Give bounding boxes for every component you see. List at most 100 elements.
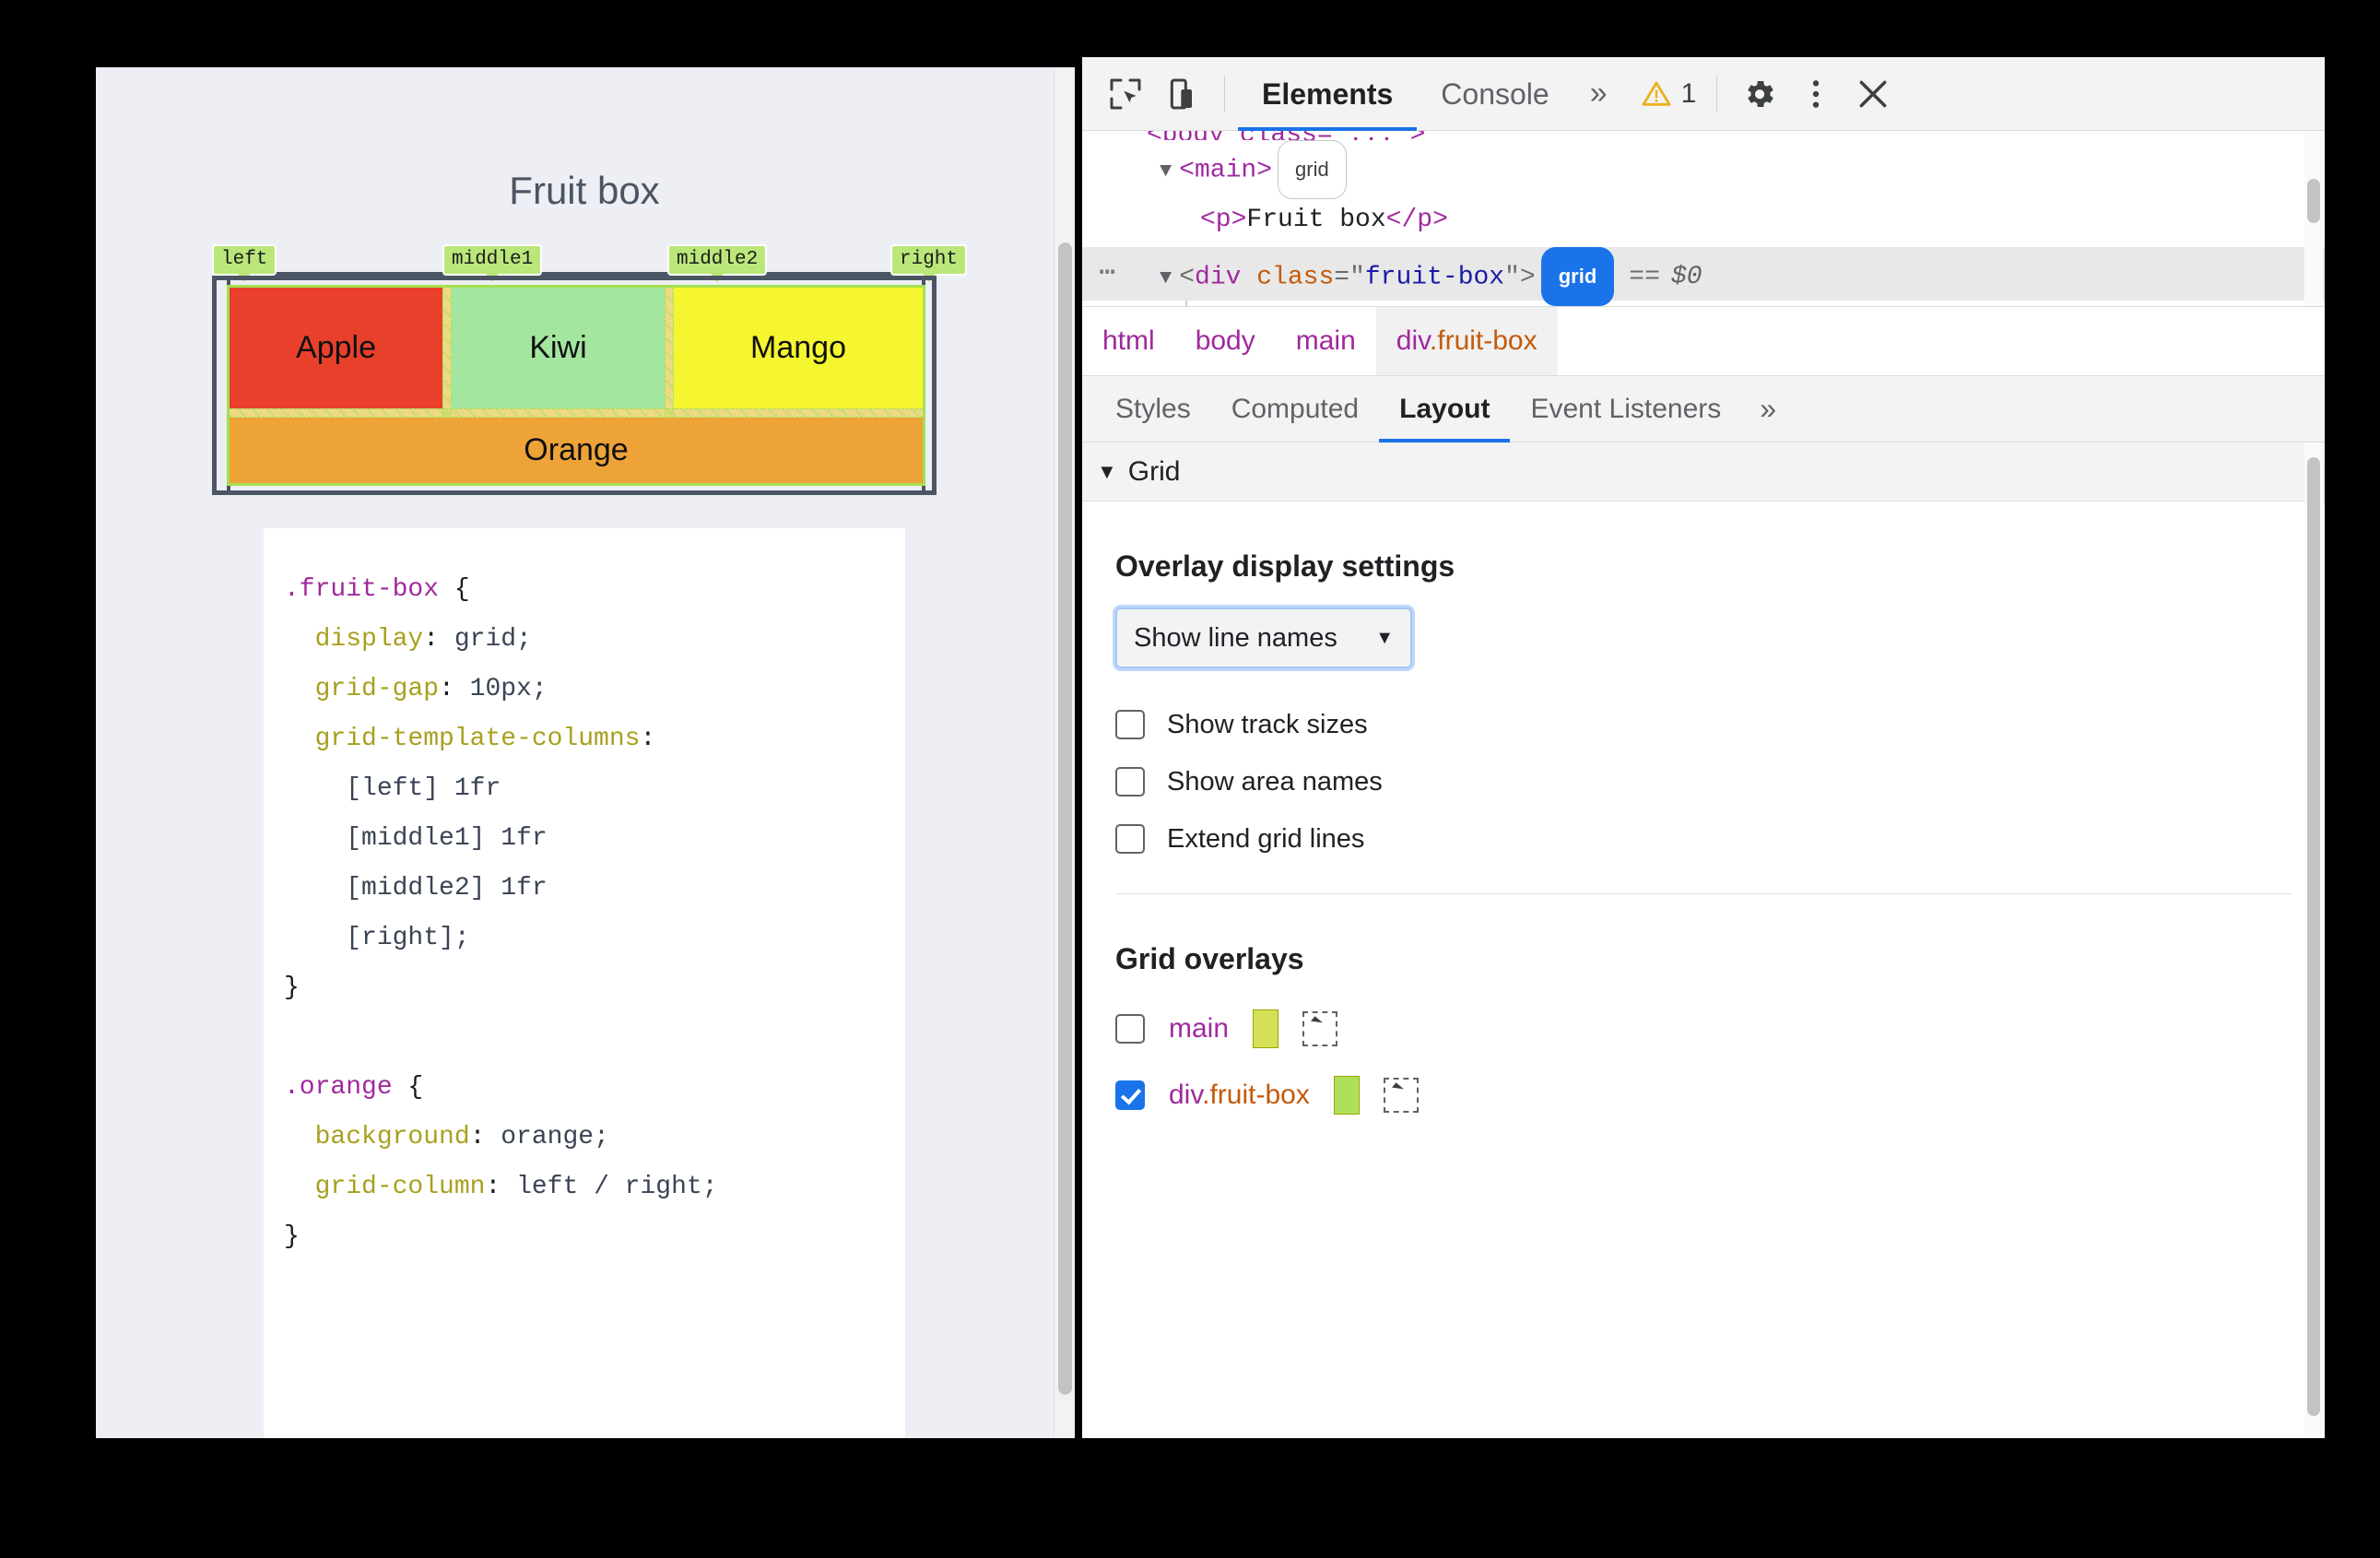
- css-brace-open-2: {: [392, 1073, 424, 1102]
- select-element-icon[interactable]: [1302, 1011, 1338, 1046]
- more-vertical-icon[interactable]: [1787, 65, 1844, 123]
- overlay-display-select-value: Show line names: [1134, 622, 1337, 653]
- css-brace-close-1: }: [284, 974, 300, 1002]
- grid-overlay-main-checkbox[interactable]: [1115, 1014, 1145, 1044]
- layout-pane-body: Overlay display settings Show line names…: [1082, 549, 2325, 1124]
- tab-console[interactable]: Console: [1417, 57, 1573, 131]
- dom-tree-scrollbar[interactable]: [2304, 131, 2323, 306]
- rendered-page-viewport: Fruit box left middle1 middle2 right App…: [96, 67, 1073, 1438]
- dom-attr-value-fruit-box: fruit-box: [1364, 263, 1505, 292]
- more-tabs-icon[interactable]: »: [1573, 76, 1624, 112]
- grid-overlay-fruit-box-color-swatch[interactable]: [1333, 1076, 1360, 1115]
- dom-row-menu-icon[interactable]: ⋯: [1099, 247, 1117, 301]
- page-content: Fruit box left middle1 middle2 right App…: [96, 67, 1073, 1438]
- devtools-panel: Elements Console » 1 ▼ <main> grid <p>Fr…: [1082, 57, 2325, 1438]
- inspect-cursor-icon[interactable]: [1097, 65, 1154, 123]
- dom-row-fruit-box[interactable]: ⋯ ▼ <div class="fruit-box"> grid == $0: [1082, 247, 2325, 306]
- layout-pane-scrollbar-thumb[interactable]: [2307, 457, 2320, 1416]
- breadcrumb-item-html[interactable]: html: [1082, 307, 1175, 375]
- tab-elements[interactable]: Elements: [1238, 57, 1417, 131]
- show-area-names-label: Show area names: [1167, 766, 1383, 797]
- sidebar-more-tabs-icon[interactable]: »: [1741, 392, 1795, 426]
- extend-grid-lines-label: Extend grid lines: [1167, 823, 1365, 854]
- checkbox-row-show-track-sizes[interactable]: Show track sizes: [1115, 698, 2292, 751]
- grid-badge-fruit-box[interactable]: grid: [1540, 247, 1615, 306]
- css-track-middle2: [middle2] 1fr: [346, 874, 548, 903]
- select-element-icon[interactable]: [1383, 1078, 1419, 1113]
- grid-overlay-row-fruit-box[interactable]: div.fruit-box: [1115, 1067, 2292, 1124]
- warning-triangle-icon: [1641, 78, 1672, 110]
- checkbox-row-extend-grid-lines[interactable]: Extend grid lines: [1115, 812, 2292, 866]
- grid-cell-kiwi: Kiwi: [452, 288, 665, 408]
- css-brace-close-2: }: [284, 1222, 300, 1251]
- chevron-down-icon[interactable]: ▼: [1097, 460, 1117, 484]
- dom-tree-scrollbar-thumb[interactable]: [2307, 179, 2320, 223]
- dom-eq: ==: [1629, 263, 1660, 292]
- grid-overlay-fruit-box-class: .fruit-box: [1202, 1080, 1310, 1110]
- grid-section-title: Grid: [1127, 455, 1181, 487]
- dom-row-p[interactable]: <p>Fruit box</p>: [1082, 194, 2325, 247]
- breadcrumb-item-div-fruit-box[interactable]: div.fruit-box: [1375, 307, 1558, 375]
- extend-grid-lines-checkbox[interactable]: [1115, 824, 1145, 854]
- overlay-display-select[interactable]: Show line names ▼: [1115, 608, 1412, 668]
- overlay-display-settings-title: Overlay display settings: [1115, 549, 1455, 583]
- devtools-toolbar: Elements Console » 1: [1082, 57, 2325, 131]
- toolbar-divider-2: [1716, 75, 1718, 112]
- page-vertical-scrollbar[interactable]: [1054, 67, 1075, 1438]
- grid-overlay-fruit-box-label[interactable]: div.fruit-box: [1169, 1080, 1310, 1111]
- breadcrumb-item-body[interactable]: body: [1175, 307, 1276, 375]
- grid-gap-row-1: [230, 408, 923, 418]
- dom-row-body-cutoff[interactable]: <body class="...">: [1082, 131, 2325, 140]
- css-code-block: .fruit-box { display: grid; grid-gap: 10…: [284, 575, 718, 1251]
- page-title: Fruit box: [509, 169, 660, 212]
- page-scrollbar-thumb[interactable]: [1058, 242, 1072, 1395]
- sidebar-tabs: Styles Computed Layout Event Listeners »: [1082, 376, 2325, 443]
- screenshot-root: Fruit box left middle1 middle2 right App…: [0, 0, 2380, 1558]
- grid-overlay-main-label[interactable]: main: [1169, 1013, 1229, 1045]
- dom-tag-div: div: [1195, 263, 1242, 292]
- css-selector-fruit-box: .fruit-box: [284, 575, 440, 604]
- css-val-grid-column: left / right;: [516, 1173, 718, 1201]
- fruit-box-grid: Apple Kiwi Mango Orange: [227, 285, 925, 486]
- gear-icon[interactable]: [1730, 65, 1787, 123]
- dom-row-main[interactable]: ▼ <main> grid: [1082, 140, 2325, 199]
- close-icon[interactable]: [1844, 65, 1902, 123]
- layout-pane-scrollbar[interactable]: [2304, 443, 2323, 1438]
- grid-overlay-row-main[interactable]: main: [1115, 1000, 2292, 1057]
- show-track-sizes-checkbox[interactable]: [1115, 710, 1145, 739]
- grid-section-header[interactable]: ▼ Grid: [1082, 443, 2325, 502]
- css-prop-grid-gap: grid-gap: [314, 675, 440, 703]
- grid-overlays-title: Grid overlays: [1115, 942, 1304, 975]
- show-track-sizes-label: Show track sizes: [1167, 709, 1368, 739]
- grid-line-name-middle2: middle2: [667, 244, 768, 283]
- checkbox-row-show-area-names[interactable]: Show area names: [1115, 755, 2292, 809]
- dom-attr-class: class: [1256, 263, 1335, 292]
- warning-count: 1: [1680, 77, 1697, 109]
- css-track-right: [right];: [346, 924, 470, 952]
- chevron-down-icon[interactable]: ▼: [1160, 159, 1172, 183]
- grid-overlay-region: left middle1 middle2 right Apple Kiwi Ma…: [212, 244, 968, 498]
- css-code-card: .fruit-box { display: grid; grid-gap: 10…: [264, 528, 905, 1438]
- dom-tag-main: <main>: [1179, 156, 1273, 185]
- tab-styles[interactable]: Styles: [1095, 376, 1211, 443]
- grid-overlay-main-color-swatch[interactable]: [1253, 1009, 1279, 1048]
- grid-badge-main[interactable]: grid: [1278, 140, 1347, 199]
- dom-tag-p-close: </p>: [1385, 206, 1448, 234]
- dom-text-fruit-box: Fruit box: [1246, 206, 1386, 234]
- tab-layout[interactable]: Layout: [1379, 376, 1510, 443]
- grid-cell-mango: Mango: [674, 288, 923, 408]
- device-toolbar-icon[interactable]: [1154, 65, 1211, 123]
- css-val-background: orange;: [501, 1123, 609, 1151]
- tab-event-listeners[interactable]: Event Listeners: [1510, 376, 1741, 443]
- show-area-names-checkbox[interactable]: [1115, 767, 1145, 797]
- chevron-down-icon[interactable]: ▼: [1160, 266, 1172, 289]
- dom-row-apple[interactable]: <div class="apple">Apple</div>: [1082, 301, 2325, 306]
- tab-computed[interactable]: Computed: [1211, 376, 1379, 443]
- grid-line-name-middle1: middle1: [442, 244, 543, 283]
- grid-overlay-fruit-box-tag: div: [1169, 1080, 1203, 1110]
- warning-indicator[interactable]: 1: [1624, 78, 1704, 110]
- css-prop-background: background: [314, 1123, 470, 1151]
- css-val-display: grid;: [454, 625, 532, 654]
- grid-overlay-fruit-box-checkbox[interactable]: [1115, 1080, 1145, 1110]
- breadcrumb-item-main[interactable]: main: [1276, 307, 1376, 375]
